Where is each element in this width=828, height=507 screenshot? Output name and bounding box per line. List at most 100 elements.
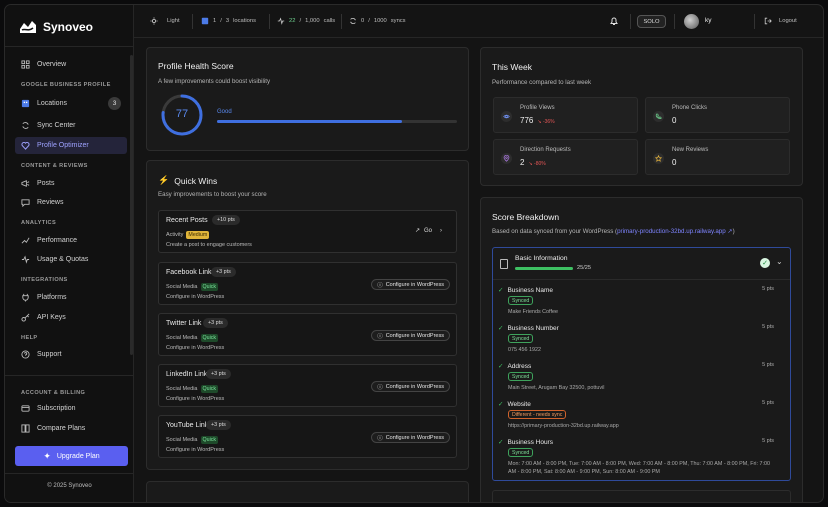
field-value: https://primary-production-32bd.up.railw… bbox=[508, 423, 619, 429]
configure-in-wordpress-button[interactable]: ⓘ Configure in WordPress bbox=[371, 279, 450, 290]
stat-value: 2 bbox=[520, 158, 525, 167]
quick-win-category: Social Media Quick bbox=[166, 283, 219, 291]
app-window: Synoveo Overview GOOGLE BUSINESS PROFILE… bbox=[4, 4, 824, 503]
logout-button[interactable]: Logout bbox=[764, 17, 797, 25]
calls-sep: / bbox=[299, 18, 302, 24]
field-label: ✓ Business Name bbox=[498, 286, 553, 295]
chevron-down-icon[interactable]: ⌄ bbox=[776, 257, 783, 266]
card-subtitle: Easy improvements to boost your score bbox=[158, 191, 267, 198]
configure-in-wordpress-button[interactable]: ⓘ Configure in WordPress bbox=[371, 432, 450, 443]
check-circle-icon: ✓ bbox=[760, 258, 770, 268]
configure-label: Configure in WordPress bbox=[385, 332, 444, 339]
card-title: This Week bbox=[492, 62, 532, 72]
locations-count-badge: 3 bbox=[108, 97, 121, 110]
stat-value-row: 776 ↘ -36% bbox=[520, 116, 555, 125]
field-value: Make Friends Coffee bbox=[508, 309, 558, 315]
plan-badge: SOLO bbox=[637, 15, 666, 28]
field-label: ✓ Business Number bbox=[498, 324, 559, 333]
sidebar-item-profile-optimizer[interactable]: Profile Optimizer bbox=[15, 137, 127, 154]
quick-win-twitter-link[interactable]: Twitter Link +3 pts Social Media Quick C… bbox=[158, 313, 457, 356]
field-points: 5 pts bbox=[762, 286, 774, 292]
field-name: Website bbox=[507, 400, 531, 408]
sidebar-item-subscription[interactable]: Subscription bbox=[15, 400, 127, 417]
quick-win-youtube-link[interactable]: YouTube Link +3 pts Social Media Quick C… bbox=[158, 415, 457, 458]
this-week-card: This Week Performance compared to last w… bbox=[480, 47, 803, 186]
next-card bbox=[146, 481, 469, 502]
key-icon bbox=[21, 313, 30, 322]
logout-label: Logout bbox=[779, 18, 797, 24]
calls-used: 22 bbox=[289, 18, 296, 24]
check-icon: ✓ bbox=[498, 439, 504, 446]
wordpress-site-link[interactable]: primary-production-32bd.up.railway.app bbox=[617, 228, 726, 235]
section-header[interactable]: Basic Information 25/25 ✓ ⌄ bbox=[493, 248, 790, 280]
effort-tag: Medium bbox=[186, 231, 210, 239]
locations-sep: / bbox=[220, 18, 222, 24]
sidebar-item-label: API Keys bbox=[37, 314, 66, 321]
app-name: Synoveo bbox=[43, 20, 94, 34]
go-label: Go bbox=[423, 227, 432, 234]
theme-toggle[interactable]: Light bbox=[150, 17, 180, 25]
avatar[interactable] bbox=[684, 14, 699, 29]
sidebar-item-performance[interactable]: Performance bbox=[15, 232, 127, 249]
quick-win-title: Facebook Link bbox=[166, 269, 212, 276]
sidebar-item-compare-plans[interactable]: Compare Plans bbox=[15, 420, 127, 437]
next-section[interactable] bbox=[492, 490, 791, 502]
card-icon bbox=[21, 405, 30, 412]
logo[interactable]: Synoveo bbox=[19, 19, 93, 35]
info-icon: ⓘ bbox=[377, 282, 383, 289]
quick-win-recent-posts[interactable]: Recent Posts +10 pts Activity Medium Cre… bbox=[158, 210, 457, 253]
stat-direction-requests: Direction Requests 2 ↘ -80% bbox=[493, 139, 638, 175]
basic-information-section: Basic Information 25/25 ✓ ⌄ ✓ Business Na… bbox=[492, 247, 791, 481]
score-breakdown-card: Score Breakdown Based on data synced fro… bbox=[480, 197, 803, 502]
locations-usage: 1 / 3 locations bbox=[201, 17, 256, 25]
configure-label: Configure in WordPress bbox=[385, 281, 444, 288]
effort-tag: Quick bbox=[200, 436, 219, 444]
field-label: ✓ Address bbox=[498, 362, 531, 371]
sidebar-item-api-keys[interactable]: API Keys bbox=[15, 309, 127, 326]
stat-label: Profile Views bbox=[520, 105, 555, 111]
divider bbox=[192, 14, 193, 29]
points-badge: +3 pts bbox=[206, 369, 231, 379]
syncs-sep: / bbox=[368, 18, 370, 24]
sidebar-item-platforms[interactable]: Platforms bbox=[15, 289, 127, 306]
sidebar-item-label: Profile Optimizer bbox=[37, 142, 89, 149]
sidebar-item-label: Platforms bbox=[37, 294, 67, 301]
sidebar-item-usage[interactable]: Usage & Quotas bbox=[15, 251, 127, 268]
sidebar-item-posts[interactable]: Posts bbox=[15, 175, 127, 192]
map-pin-icon bbox=[501, 153, 512, 164]
sidebar-item-label: Overview bbox=[37, 61, 67, 68]
sidebar-item-sync-center[interactable]: Sync Center bbox=[15, 117, 127, 134]
user-name: ky bbox=[705, 17, 712, 24]
category-label: Social Media bbox=[166, 437, 198, 443]
points-badge: +3 pts bbox=[211, 267, 236, 277]
syncs-label: syncs bbox=[390, 18, 406, 24]
sidebar-item-reviews[interactable]: Reviews bbox=[15, 194, 127, 211]
card-subtitle: A few improvements could boost visibilit… bbox=[158, 78, 271, 85]
sidebar: Synoveo Overview GOOGLE BUSINESS PROFILE… bbox=[5, 5, 134, 502]
field-name: Business Hours bbox=[507, 438, 553, 446]
notifications-button[interactable] bbox=[609, 16, 619, 26]
quick-win-linkedin-link[interactable]: LinkedIn Link +3 pts Social Media Quick … bbox=[158, 364, 457, 407]
effort-tag: Quick bbox=[200, 334, 219, 342]
health-score-value: 77 bbox=[175, 108, 189, 120]
configure-in-wordpress-button[interactable]: ⓘ Configure in WordPress bbox=[371, 381, 450, 392]
info-icon: ⓘ bbox=[377, 333, 383, 340]
building-icon bbox=[201, 17, 209, 25]
configure-in-wordpress-button[interactable]: ⓘ Configure in WordPress bbox=[371, 330, 450, 341]
sidebar-item-overview[interactable]: Overview bbox=[15, 56, 127, 73]
effort-tag: Quick bbox=[200, 283, 219, 291]
building-icon bbox=[21, 99, 30, 108]
sidebar-item-label: Posts bbox=[37, 180, 55, 187]
chat-icon bbox=[21, 199, 30, 207]
quick-win-title: Twitter Link bbox=[166, 320, 202, 327]
quick-win-facebook-link[interactable]: Facebook Link +3 pts Social Media Quick … bbox=[158, 262, 457, 305]
check-icon: ✓ bbox=[498, 363, 504, 370]
sidebar-item-label: Support bbox=[37, 351, 62, 358]
sidebar-scrollbar[interactable] bbox=[130, 55, 133, 355]
sparkle-icon: ✦ bbox=[43, 450, 51, 461]
upgrade-plan-button[interactable]: ✦ Upgrade Plan bbox=[15, 446, 128, 466]
quick-win-title: YouTube Link bbox=[166, 422, 209, 429]
sidebar-item-support[interactable]: Support bbox=[15, 346, 127, 363]
go-button[interactable]: ↗ Go › bbox=[415, 227, 442, 235]
sidebar-item-locations[interactable]: Locations 3 bbox=[15, 95, 127, 112]
